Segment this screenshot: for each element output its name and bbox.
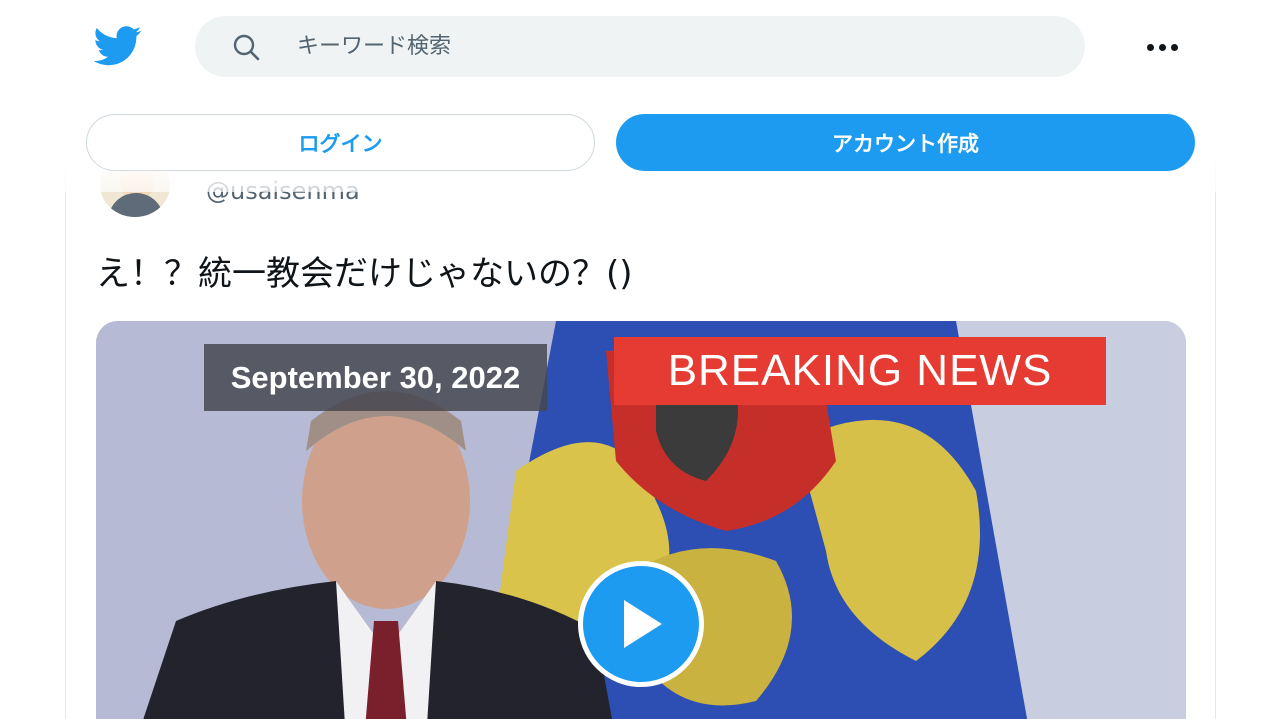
tweet-video[interactable]: September 30, 2022 BREAKING NEWS (96, 321, 1186, 719)
search-icon (233, 34, 260, 61)
play-button[interactable] (578, 561, 704, 687)
top-header: キーワード検索 (0, 0, 1280, 96)
more-dot (1146, 43, 1154, 51)
search-bar[interactable]: キーワード検索 (195, 16, 1085, 77)
play-icon (624, 600, 662, 648)
avatar-body (108, 193, 164, 217)
search-placeholder[interactable]: キーワード検索 (297, 33, 451, 61)
tweet-card[interactable]: @usaisenma え！？統一教会だけじゃないの？() September 3… (65, 150, 1216, 719)
signup-button[interactable]: アカウント作成 (616, 114, 1195, 171)
more-dot (1170, 43, 1178, 51)
login-button[interactable]: ログイン (86, 114, 595, 171)
breaking-news-caption: BREAKING NEWS (614, 337, 1106, 405)
tweet-text: え！？統一教会だけじゃないの？() (96, 254, 633, 294)
more-dot (1158, 43, 1166, 51)
twitter-bird-icon[interactable] (94, 26, 142, 66)
more-horizontal-icon[interactable] (1140, 30, 1184, 64)
date-caption: September 30, 2022 (204, 344, 547, 411)
